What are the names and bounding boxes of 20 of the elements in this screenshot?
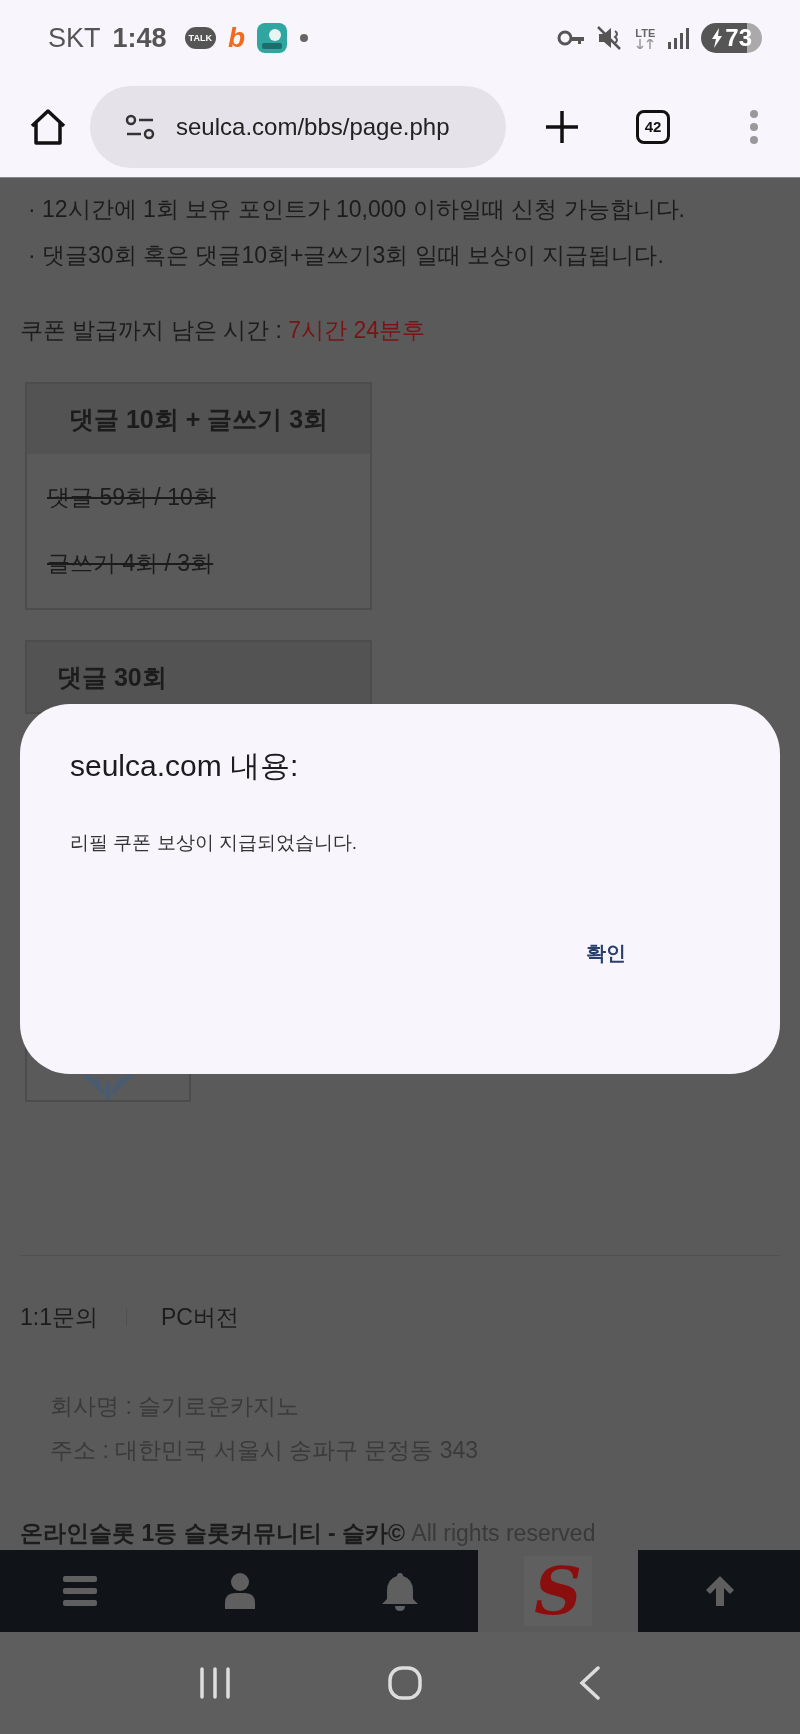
confirm-button[interactable]: 확인 [574,932,638,975]
chat-notification-icon: TALK [184,27,216,49]
app-notification-icon: b [227,23,245,53]
requirement-progress: 댓글 59회 / 10회 [47,483,217,512]
info-note: · 12시간에 1회 보유 포인트가 10,000 이하일때 신청 가능합니다. [27,195,686,224]
address-bar[interactable]: seulca.com/bbs/page.php [90,85,506,168]
requirement-progress: 글쓰기 4회 / 3회 [47,549,215,578]
url-text: seulca.com/bbs/page.php [176,112,450,141]
network-type-label: LTE [635,27,656,49]
card-title: 댓글 30회 [57,661,167,693]
countdown-label: 쿠폰 발급까지 남은 시간 : [20,317,282,343]
dialog-title: seulca.com 내용: [70,748,300,784]
carrier-label: SKT [48,22,101,54]
info-note: · 댓글30회 혹은 댓글10회+글쓰기3회 일때 보상이 지급됩니다. [27,241,665,270]
card-title: 댓글 10회 + 글쓰기 3회 [68,403,329,435]
battery-indicator: 73 [701,23,762,53]
clock: 1:48 [112,22,167,54]
dialog-message: 리필 쿠폰 보상이 지급되었습니다. [70,831,359,855]
countdown-value: 7시간 24분후 [288,317,426,343]
tab-switcher-button[interactable]: 42 [636,109,670,144]
